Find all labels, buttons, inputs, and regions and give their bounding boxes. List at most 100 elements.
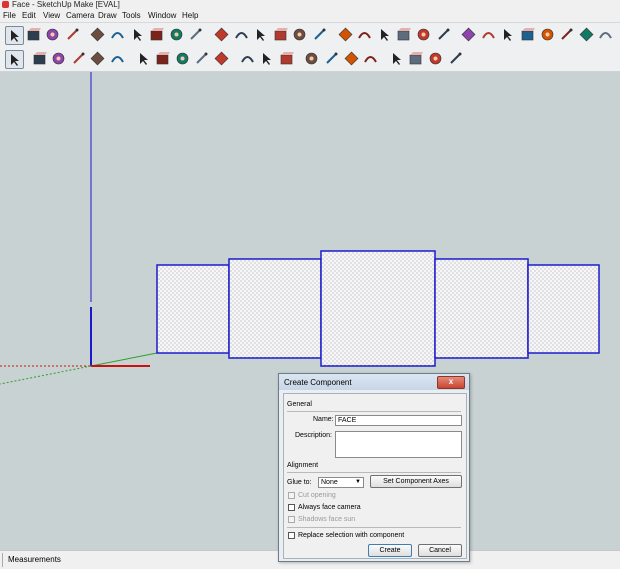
status-divider <box>2 553 3 567</box>
select-icon-glyph <box>11 54 19 66</box>
menu-help[interactable]: Help <box>182 10 198 22</box>
rectangle-icon[interactable] <box>89 26 106 43</box>
description-label: Description: <box>295 432 332 439</box>
push-pull-icon-glyph <box>234 32 248 39</box>
line-icon[interactable] <box>109 26 126 43</box>
eraser-icon-glyph <box>33 52 47 65</box>
eraser-icon[interactable] <box>31 50 48 67</box>
orbit-icon[interactable] <box>303 50 320 67</box>
always-face-camera-checkbox[interactable] <box>288 504 295 511</box>
paint-bucket-icon-glyph <box>46 28 59 41</box>
paint-bucket-icon[interactable] <box>278 50 295 67</box>
extension-warehouse-icon[interactable] <box>447 50 464 67</box>
tape-measure-icon[interactable] <box>337 26 354 43</box>
3d-text-icon[interactable] <box>435 26 452 43</box>
cut-opening-checkbox[interactable] <box>288 492 295 499</box>
follow-me-icon[interactable] <box>272 26 289 43</box>
select-icon-glyph <box>11 30 19 42</box>
menu-edit[interactable]: Edit <box>22 10 36 22</box>
select-icon[interactable] <box>5 26 24 45</box>
menu-window[interactable]: Window <box>148 10 176 22</box>
shadows-face-sun-checkbox[interactable] <box>288 516 295 523</box>
menu-draw[interactable]: Draw <box>98 10 117 22</box>
make-component-icon[interactable] <box>25 26 42 43</box>
glue-to-select[interactable]: None ▼ <box>318 477 364 488</box>
zoom-icon-glyph <box>344 51 359 66</box>
rotate-icon-glyph <box>196 52 208 64</box>
polygon-icon-glyph <box>170 28 183 41</box>
pan-icon[interactable] <box>480 26 497 43</box>
zoom-icon[interactable] <box>499 26 516 43</box>
pan-icon[interactable] <box>323 50 340 67</box>
line-icon[interactable] <box>50 50 67 67</box>
paint-bucket-icon[interactable] <box>44 26 61 43</box>
replace-selection-checkbox[interactable] <box>288 532 295 539</box>
zoom-window-icon[interactable] <box>519 26 536 43</box>
get-models-icon-glyph <box>410 52 424 65</box>
freehand-icon[interactable] <box>187 26 204 43</box>
cancel-button[interactable]: Cancel <box>418 544 462 557</box>
dialog-title-bar[interactable]: Create Component x <box>279 374 469 390</box>
get-models-icon[interactable] <box>407 50 424 67</box>
move-icon-glyph <box>176 52 189 65</box>
set-component-axes-button[interactable]: Set Component Axes <box>370 475 462 488</box>
face-panel-1[interactable] <box>156 264 230 354</box>
window-title: Face - SketchUp Make [EVAL] <box>12 0 120 9</box>
menu-view[interactable]: View <box>43 10 60 22</box>
move-icon[interactable] <box>213 26 230 43</box>
arc-icon[interactable] <box>109 50 126 67</box>
face-panel-3[interactable] <box>320 250 436 367</box>
menu-file[interactable]: File <box>3 10 16 22</box>
protractor-icon[interactable] <box>376 26 393 43</box>
create-button[interactable]: Create <box>368 544 412 557</box>
zoom-extents-icon[interactable] <box>362 50 379 67</box>
rectangle-icon[interactable] <box>70 50 87 67</box>
dimension-icon-glyph <box>358 32 372 39</box>
menu-camera[interactable]: Camera <box>66 10 94 22</box>
position-camera-icon[interactable] <box>578 26 595 43</box>
previous-view-icon[interactable] <box>558 26 575 43</box>
general-section-label: General <box>287 401 312 408</box>
move-icon-glyph <box>214 27 229 42</box>
eraser-icon-glyph <box>67 28 79 40</box>
orbit-icon-glyph <box>306 52 318 65</box>
share-model-icon[interactable] <box>427 50 444 67</box>
zoom-icon[interactable] <box>343 50 360 67</box>
circle-icon[interactable] <box>129 26 146 43</box>
rotate-icon[interactable] <box>193 50 210 67</box>
offset-icon[interactable] <box>311 26 328 43</box>
text-icon[interactable] <box>395 26 412 43</box>
select-icon[interactable] <box>5 50 24 69</box>
circle-icon[interactable] <box>89 50 106 67</box>
face-panel-4[interactable] <box>434 258 529 359</box>
scale-icon[interactable] <box>291 26 308 43</box>
text-icon[interactable] <box>258 50 275 67</box>
axes-icon[interactable] <box>415 26 432 43</box>
rotate-icon[interactable] <box>252 26 269 43</box>
close-button[interactable]: x <box>437 376 465 389</box>
menu-tools[interactable]: Tools <box>122 10 141 22</box>
arc-icon[interactable] <box>148 26 165 43</box>
3d-warehouse-icon[interactable] <box>388 50 405 67</box>
description-field[interactable] <box>335 431 462 458</box>
name-label: Name: <box>313 416 334 423</box>
follow-me-icon[interactable] <box>154 50 171 67</box>
arc-icon-glyph <box>150 28 165 41</box>
push-pull-icon[interactable] <box>135 50 152 67</box>
name-field[interactable]: FACE <box>335 415 462 426</box>
orbit-icon[interactable] <box>460 26 477 43</box>
sketchup-logo-icon <box>2 1 9 8</box>
push-pull-icon[interactable] <box>233 26 250 43</box>
scale-icon[interactable] <box>213 50 230 67</box>
look-around-icon[interactable] <box>597 26 614 43</box>
tape-measure-icon[interactable] <box>239 50 256 67</box>
face-panel-2[interactable] <box>228 258 322 359</box>
zoom-extents-icon[interactable] <box>539 26 556 43</box>
move-icon[interactable] <box>174 50 191 67</box>
polygon-icon[interactable] <box>168 26 185 43</box>
text-icon-glyph <box>263 53 272 65</box>
green-axis-dashed <box>0 365 92 385</box>
eraser-icon[interactable] <box>64 26 81 43</box>
dimension-icon[interactable] <box>356 26 373 43</box>
face-panel-5[interactable] <box>527 264 600 354</box>
